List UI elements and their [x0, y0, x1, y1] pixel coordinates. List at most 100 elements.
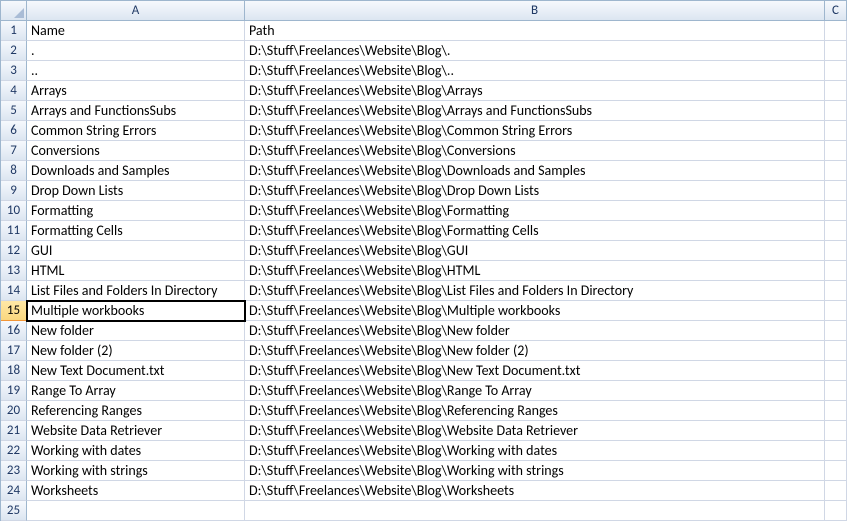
cell[interactable]: [825, 21, 847, 41]
cell[interactable]: [825, 481, 847, 501]
cell[interactable]: D:\Stuff\Freelances\Website\Blog\Downloa…: [245, 161, 825, 181]
row-header[interactable]: 11: [1, 221, 27, 241]
cell[interactable]: D:\Stuff\Freelances\Website\Blog\Multipl…: [245, 301, 825, 321]
cell[interactable]: [825, 381, 847, 401]
row-header[interactable]: 10: [1, 201, 27, 221]
cell[interactable]: New folder (2): [27, 341, 245, 361]
cell[interactable]: [825, 61, 847, 81]
cell[interactable]: D:\Stuff\Freelances\Website\Blog\GUI: [245, 241, 825, 261]
cell[interactable]: New folder: [27, 321, 245, 341]
cell[interactable]: D:\Stuff\Freelances\Website\Blog\Referen…: [245, 401, 825, 421]
cell[interactable]: D:\Stuff\Freelances\Website\Blog\Convers…: [245, 141, 825, 161]
row-header[interactable]: 14: [1, 281, 27, 301]
cell[interactable]: [825, 501, 847, 521]
row-header[interactable]: 4: [1, 81, 27, 101]
cell[interactable]: Path: [245, 21, 825, 41]
cell[interactable]: Working with strings: [27, 461, 245, 481]
row-header[interactable]: 3: [1, 61, 27, 81]
cell[interactable]: HTML: [27, 261, 245, 281]
cell[interactable]: Multiple workbooks: [27, 301, 245, 321]
row-header[interactable]: 13: [1, 261, 27, 281]
cell[interactable]: D:\Stuff\Freelances\Website\Blog\Drop Do…: [245, 181, 825, 201]
cell[interactable]: [825, 241, 847, 261]
cell[interactable]: [825, 301, 847, 321]
select-all-corner[interactable]: [1, 1, 27, 21]
cell[interactable]: [825, 161, 847, 181]
cell[interactable]: Conversions: [27, 141, 245, 161]
cell[interactable]: [825, 181, 847, 201]
row-header[interactable]: 24: [1, 481, 27, 501]
cell[interactable]: [825, 421, 847, 441]
cell[interactable]: [825, 81, 847, 101]
row-header[interactable]: 15: [1, 301, 27, 321]
cell[interactable]: [825, 101, 847, 121]
row-header[interactable]: 21: [1, 421, 27, 441]
row-header[interactable]: 22: [1, 441, 27, 461]
cell[interactable]: GUI: [27, 241, 245, 261]
cell[interactable]: [245, 501, 825, 521]
cell[interactable]: D:\Stuff\Freelances\Website\Blog\Working…: [245, 441, 825, 461]
cell[interactable]: [27, 501, 245, 521]
cell[interactable]: Arrays and FunctionsSubs: [27, 101, 245, 121]
row-header[interactable]: 7: [1, 141, 27, 161]
row-header[interactable]: 1: [1, 21, 27, 41]
cell[interactable]: [825, 401, 847, 421]
cell[interactable]: [825, 281, 847, 301]
cell[interactable]: [825, 41, 847, 61]
row-header[interactable]: 8: [1, 161, 27, 181]
cell[interactable]: D:\Stuff\Freelances\Website\Blog\Formatt…: [245, 201, 825, 221]
cell[interactable]: Name: [27, 21, 245, 41]
cell[interactable]: [825, 461, 847, 481]
row-header[interactable]: 20: [1, 401, 27, 421]
column-header-c[interactable]: C: [825, 1, 847, 21]
cell[interactable]: D:\Stuff\Freelances\Website\Blog\New Tex…: [245, 361, 825, 381]
cell[interactable]: D:\Stuff\Freelances\Website\Blog\Workshe…: [245, 481, 825, 501]
cell[interactable]: D:\Stuff\Freelances\Website\Blog\Website…: [245, 421, 825, 441]
cell[interactable]: Formatting Cells: [27, 221, 245, 241]
row-header[interactable]: 16: [1, 321, 27, 341]
row-header[interactable]: 6: [1, 121, 27, 141]
column-header-b[interactable]: B: [245, 1, 825, 21]
cell[interactable]: D:\Stuff\Freelances\Website\Blog\.: [245, 41, 825, 61]
cell[interactable]: .: [27, 41, 245, 61]
cell[interactable]: D:\Stuff\Freelances\Website\Blog\..: [245, 61, 825, 81]
cell[interactable]: Website Data Retriever: [27, 421, 245, 441]
cell[interactable]: D:\Stuff\Freelances\Website\Blog\HTML: [245, 261, 825, 281]
cell[interactable]: Working with dates: [27, 441, 245, 461]
row-header[interactable]: 2: [1, 41, 27, 61]
cell[interactable]: Drop Down Lists: [27, 181, 245, 201]
cell[interactable]: [825, 361, 847, 381]
cell[interactable]: Worksheets: [27, 481, 245, 501]
cell[interactable]: [825, 341, 847, 361]
cell[interactable]: [825, 441, 847, 461]
cell[interactable]: [825, 201, 847, 221]
cell[interactable]: Common String Errors: [27, 121, 245, 141]
cell[interactable]: [825, 221, 847, 241]
cell[interactable]: D:\Stuff\Freelances\Website\Blog\Common …: [245, 121, 825, 141]
cell[interactable]: D:\Stuff\Freelances\Website\Blog\New fol…: [245, 321, 825, 341]
cell[interactable]: D:\Stuff\Freelances\Website\Blog\Range T…: [245, 381, 825, 401]
cell[interactable]: List Files and Folders In Directory: [27, 281, 245, 301]
column-header-a[interactable]: A: [27, 1, 245, 21]
cell[interactable]: ..: [27, 61, 245, 81]
cell[interactable]: D:\Stuff\Freelances\Website\Blog\Working…: [245, 461, 825, 481]
cell[interactable]: D:\Stuff\Freelances\Website\Blog\New fol…: [245, 341, 825, 361]
spreadsheet-grid[interactable]: ABC1NamePath2.D:\Stuff\Freelances\Websit…: [0, 0, 847, 521]
row-header[interactable]: 23: [1, 461, 27, 481]
row-header[interactable]: 19: [1, 381, 27, 401]
cell[interactable]: D:\Stuff\Freelances\Website\Blog\Arrays: [245, 81, 825, 101]
cell[interactable]: Range To Array: [27, 381, 245, 401]
cell[interactable]: [825, 141, 847, 161]
cell[interactable]: Downloads and Samples: [27, 161, 245, 181]
cell[interactable]: [825, 261, 847, 281]
cell[interactable]: New Text Document.txt: [27, 361, 245, 381]
row-header[interactable]: 25: [1, 501, 27, 521]
cell[interactable]: D:\Stuff\Freelances\Website\Blog\List Fi…: [245, 281, 825, 301]
cell[interactable]: D:\Stuff\Freelances\Website\Blog\Arrays …: [245, 101, 825, 121]
row-header[interactable]: 9: [1, 181, 27, 201]
cell[interactable]: Arrays: [27, 81, 245, 101]
cell[interactable]: [825, 321, 847, 341]
cell[interactable]: [825, 121, 847, 141]
cell[interactable]: Formatting: [27, 201, 245, 221]
cell[interactable]: Referencing Ranges: [27, 401, 245, 421]
